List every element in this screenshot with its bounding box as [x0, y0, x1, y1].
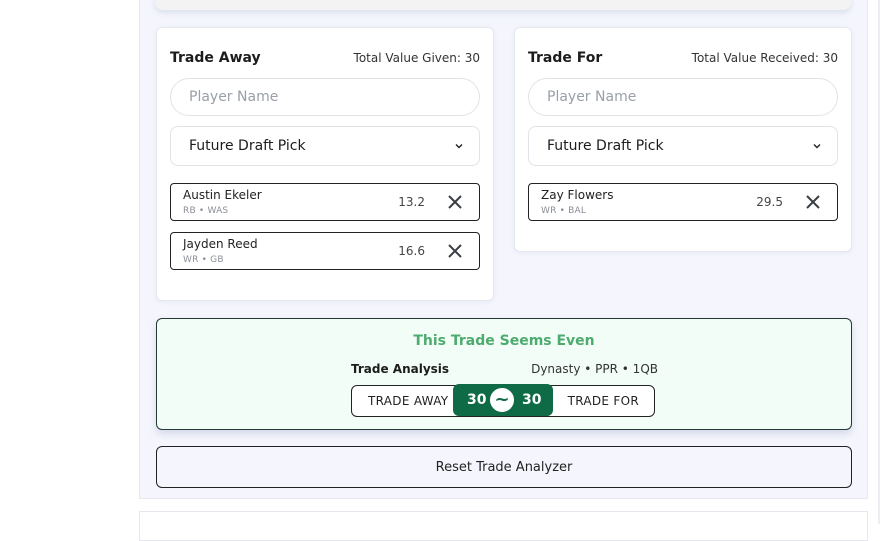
trade-away-player-input[interactable]	[170, 78, 480, 116]
trade-away-title: Trade Away	[170, 50, 261, 66]
trade-verdict: This Trade Seems Even	[413, 333, 595, 349]
meter-for-value: 30	[522, 392, 542, 408]
player-value: 29.5	[756, 195, 783, 209]
trade-for-player-input[interactable]	[528, 78, 838, 116]
trade-analysis-label: Trade Analysis	[351, 362, 450, 376]
meter-away-value: 30	[467, 392, 487, 408]
top-section-bottom-edge	[155, 0, 851, 10]
player-name: Jayden Reed	[183, 237, 258, 251]
select-value: Future Draft Pick	[547, 138, 664, 154]
chevron-down-icon	[813, 144, 821, 149]
player-value: 13.2	[398, 195, 425, 209]
trade-away-card: Trade Away Total Value Given: 30 Future …	[156, 27, 494, 301]
player-value: 16.6	[398, 244, 425, 258]
player-position-team: WR • GB	[183, 255, 224, 265]
close-icon[interactable]	[447, 194, 463, 210]
trade-for-card: Trade For Total Value Received: 30 Futur…	[514, 27, 852, 252]
player-row: Jayden Reed WR • GB 16.6	[170, 232, 480, 270]
player-position-team: RB • WAS	[183, 206, 229, 216]
next-section-panel	[139, 511, 868, 541]
select-value: Future Draft Pick	[189, 138, 306, 154]
chevron-down-icon	[455, 144, 463, 149]
trade-value-meter: TRADE AWAY 30 ~ 30 TRADE FOR	[351, 384, 655, 417]
close-icon[interactable]	[447, 243, 463, 259]
reset-trade-analyzer-button[interactable]: Reset Trade Analyzer	[156, 446, 852, 488]
close-icon[interactable]	[805, 194, 821, 210]
player-name: Zay Flowers	[541, 188, 614, 202]
trade-for-draft-pick-select[interactable]: Future Draft Pick	[528, 126, 838, 166]
right-rail	[878, 0, 880, 524]
player-position-team: WR • BAL	[541, 206, 587, 216]
player-name: Austin Ekeler	[183, 188, 262, 202]
approx-equal-icon: ~	[488, 386, 516, 414]
comparison-symbol: ~	[494, 389, 510, 410]
league-settings: Dynasty • PPR • 1QB	[531, 362, 658, 376]
total-value-given: Total Value Given: 30	[353, 51, 480, 65]
total-value-received: Total Value Received: 30	[691, 51, 838, 65]
player-row: Austin Ekeler RB • WAS 13.2	[170, 183, 480, 221]
meter-trade-away-label: TRADE AWAY	[368, 394, 449, 408]
player-row: Zay Flowers WR • BAL 29.5	[528, 183, 838, 221]
trade-away-draft-pick-select[interactable]: Future Draft Pick	[170, 126, 480, 166]
trade-analysis-box: This Trade Seems Even Trade Analysis Dyn…	[156, 318, 852, 430]
meter-trade-for-label: TRADE FOR	[567, 394, 639, 408]
trade-for-title: Trade For	[528, 50, 603, 66]
